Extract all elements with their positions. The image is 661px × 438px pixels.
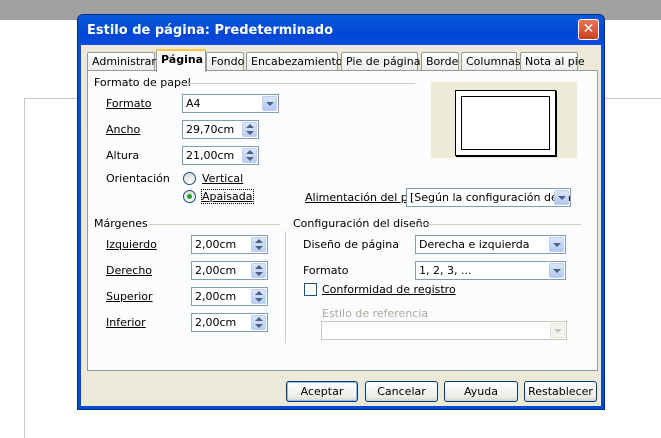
orientation-label: Orientación (106, 172, 170, 185)
page-layout-value: Derecha e izquierda (419, 238, 530, 251)
tab-pagina[interactable]: Página (156, 49, 206, 72)
register-true-checkbox[interactable] (304, 283, 317, 296)
paper-width-label: Ancho (106, 123, 141, 136)
layout-group-label: Configuración del diseño (293, 217, 430, 230)
spin-arrows-icon[interactable] (251, 315, 266, 330)
paper-height-label: Altura (106, 149, 140, 162)
chevron-down-icon[interactable] (550, 323, 565, 338)
margin-top-label: Superior (106, 290, 153, 303)
tab-administrar[interactable]: Administrar (87, 52, 156, 71)
reset-button[interactable]: Restablecer (524, 381, 597, 402)
margin-bottom-value: 2,00cm (195, 316, 237, 329)
margin-top-field[interactable]: 2,00cm (191, 287, 268, 306)
margin-bottom-label: Inferior (106, 316, 146, 329)
margins-group-label: Márgenes (94, 217, 148, 230)
cancel-button[interactable]: Cancelar (365, 381, 438, 402)
dialog-client-area: Administrar Página Fondo Encabezamiento … (81, 45, 601, 406)
spin-arrows-icon[interactable] (251, 263, 266, 278)
paper-height-value: 21,00cm (186, 149, 235, 162)
paper-format-value: A4 (186, 97, 201, 110)
tab-pie-de-pagina[interactable]: Pie de página (341, 52, 420, 71)
numbering-format-label: Formato (303, 264, 349, 277)
margin-right-field[interactable]: 2,00cm (191, 261, 268, 280)
tab-fondo[interactable]: Fondo (206, 52, 244, 71)
paper-height-field[interactable]: 21,00cm (182, 146, 259, 165)
help-button[interactable]: Ayuda (444, 381, 518, 402)
numbering-format-select[interactable]: 1, 2, 3, ... (415, 261, 566, 280)
paper-width-field[interactable]: 29,70cm (182, 120, 259, 139)
reference-style-label: Estilo de referencia (322, 307, 429, 320)
page-layout-select[interactable]: Derecha e izquierda (415, 235, 566, 254)
paper-format-group-label: Formato de papel (94, 76, 191, 89)
numbering-format-value: 1, 2, 3, ... (419, 264, 472, 277)
radio-apaisada[interactable] (183, 190, 196, 203)
page-style-dialog: Estilo de página: Predeterminado ✕ Admin… (77, 14, 605, 410)
paper-tray-label: Alimentación del pap (305, 191, 422, 204)
page-layout-label: Diseño de página (303, 238, 399, 251)
margin-left-value: 2,00cm (195, 238, 237, 251)
radio-apaisada-label[interactable]: Apaisada (201, 189, 254, 204)
radio-vertical-label[interactable]: Vertical (202, 172, 243, 185)
radio-vertical[interactable] (183, 172, 196, 185)
paper-group-divider (182, 83, 415, 84)
spin-arrows-icon[interactable] (242, 122, 257, 137)
preview-page-icon (455, 90, 556, 156)
margin-left-field[interactable]: 2,00cm (191, 235, 268, 254)
margin-top-value: 2,00cm (195, 290, 237, 303)
tab-borde[interactable]: Borde (421, 52, 459, 71)
margin-right-label: Derecho (106, 264, 153, 277)
paper-tray-select[interactable]: [Según la configuración de la (406, 188, 571, 207)
chevron-down-icon[interactable] (549, 263, 564, 278)
page-preview (431, 82, 577, 158)
spin-arrows-icon[interactable] (251, 237, 266, 252)
vertical-separator (285, 231, 286, 343)
tab-nota-al-pie[interactable]: Nota al pie (520, 52, 585, 71)
chevron-down-icon[interactable] (549, 237, 564, 252)
preview-margin-frame (461, 96, 550, 150)
spin-arrows-icon[interactable] (242, 148, 257, 163)
register-true-label[interactable]: Conformidad de registro (322, 283, 456, 296)
margin-bottom-field[interactable]: 2,00cm (191, 313, 268, 332)
margin-left-label: Izquierdo (106, 238, 157, 251)
close-button[interactable]: ✕ (578, 19, 599, 40)
paper-format-select[interactable]: A4 (182, 94, 279, 113)
dialog-title: Estilo de página: Predeterminado (87, 23, 334, 38)
layout-group-divider (421, 224, 581, 225)
ok-button[interactable]: Aceptar (286, 381, 358, 402)
tab-encabezamiento[interactable]: Encabezamiento (246, 52, 343, 71)
chevron-down-icon[interactable] (262, 96, 277, 111)
dialog-titlebar[interactable]: Estilo de página: Predeterminado ✕ (81, 15, 601, 45)
paper-width-value: 29,70cm (186, 123, 235, 136)
paper-format-label: Formato (106, 97, 152, 110)
paper-tray-value: [Según la configuración de la (410, 191, 571, 204)
reference-style-select[interactable] (321, 321, 567, 340)
margin-right-value: 2,00cm (195, 264, 237, 277)
chevron-down-icon[interactable] (554, 190, 569, 205)
margins-group-divider (148, 224, 280, 225)
tab-columnas[interactable]: Columnas (461, 52, 521, 71)
tab-panel-pagina: Formato de papel Formato A4 Ancho 29,70c… (87, 70, 598, 371)
spin-arrows-icon[interactable] (251, 289, 266, 304)
